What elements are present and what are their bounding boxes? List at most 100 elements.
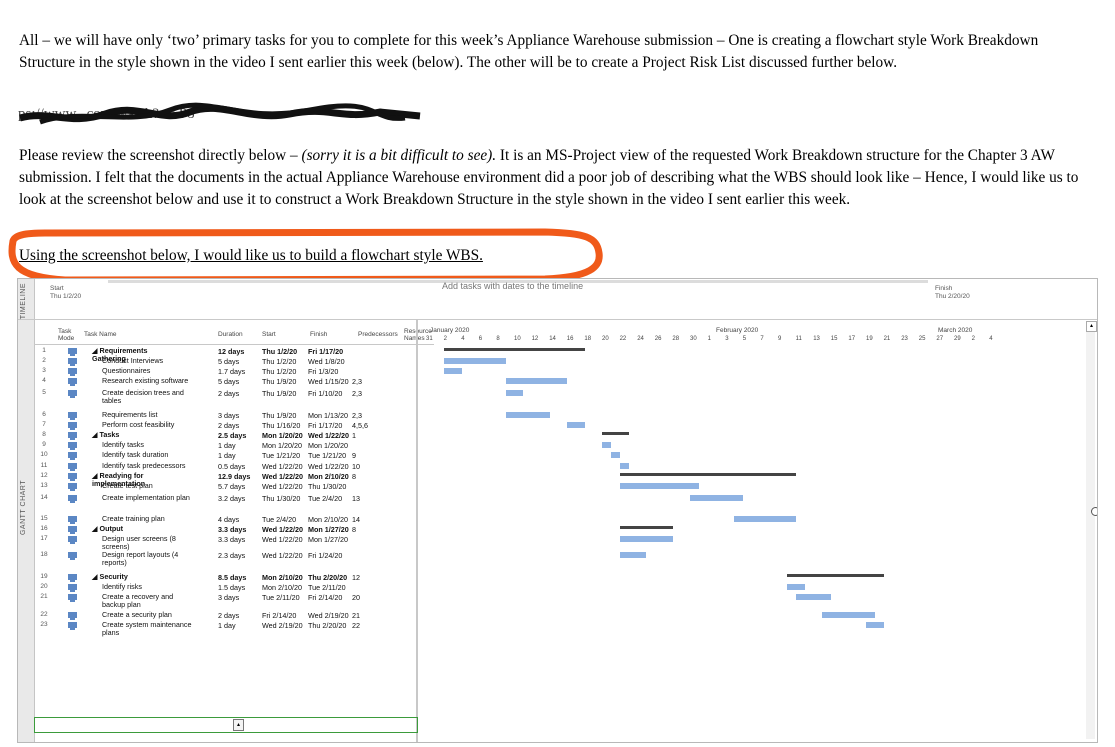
task-bar[interactable] [734,516,796,522]
task-mode-icon [68,463,77,471]
task-name: Identify task predecessors [102,461,186,470]
day-label: 13 [813,336,820,342]
day-label: 4 [461,336,465,342]
task-predecessors: 14 [352,515,360,524]
summary-bar[interactable] [444,348,585,351]
day-label: 5 [742,336,747,342]
day-label: 25 [918,336,926,342]
day-label: 8 [496,336,500,342]
task-mode-icon [68,483,77,491]
header-duration[interactable]: Duration [218,331,243,338]
day-label: 21 [883,336,891,342]
task-start: Tue 2/11/20 [262,593,300,602]
task-bar[interactable] [602,442,612,448]
task-bar[interactable] [505,378,568,384]
day-label: 28 [672,336,680,342]
task-bar[interactable] [866,622,884,628]
row-number: 17 [40,535,48,542]
task-mode-icon [68,574,77,582]
row-number: 12 [40,472,48,479]
gantt-chart-tab: GANTT CHART [18,320,35,742]
row-number: 16 [40,525,48,532]
summary-bar[interactable] [620,526,673,529]
task-duration: 2 days [218,421,240,430]
task-bar[interactable] [505,390,524,396]
task-bar[interactable] [505,412,550,418]
task-name: Identify risks [102,582,142,591]
task-mode-icon [68,368,77,376]
row-number: 8 [42,431,46,438]
vertical-scrollbar[interactable] [1086,321,1095,739]
review-text-italic: (sorry it is a bit difficult to see). [301,147,497,164]
task-duration: 2.5 days [218,431,247,440]
task-bar[interactable] [620,536,673,542]
scroll-up-button[interactable]: ▴ [1086,321,1097,332]
task-finish: Mon 1/20/20 [308,441,348,450]
task-bar[interactable] [444,368,462,374]
summary-bar[interactable] [787,574,884,577]
task-predecessors: 21 [352,611,360,620]
task-mode-icon [68,412,77,420]
task-finish: Thu 1/30/20 [308,482,347,491]
task-bar[interactable] [620,463,629,469]
task-predecessors: 13 [352,494,360,503]
task-duration: 4 days [218,515,240,524]
day-label: 24 [637,336,644,342]
gantt-chart: January 2020 February 2020 March 2020 31 2 4 6… [418,319,1097,742]
duration-spinner[interactable]: ▴ [233,719,244,731]
task-bar[interactable] [567,422,585,428]
intro-paragraph: All – we will have only ‘two’ primary ta… [19,32,1039,71]
day-label: 12 [531,336,539,342]
header-task-name[interactable]: Task Name [84,331,117,338]
task-start: Wed 2/19/20 [262,621,303,630]
task-bar[interactable] [822,612,876,618]
task-mode-icon [68,536,77,544]
task-bar[interactable] [620,552,647,558]
task-start: Wed 1/22/20 [262,535,303,544]
day-label: 23 [901,336,908,342]
task-start: Mon 2/10/20 [262,573,303,582]
task-bar[interactable] [787,584,805,590]
task-finish: Fri 1/3/20 [308,367,339,376]
task-duration: 1 day [218,621,236,630]
task-name: Create decision trees and tables [102,388,184,405]
task-bar[interactable] [796,594,832,600]
row-number: 11 [40,462,48,469]
day-label: 1 [707,336,711,342]
resize-handle[interactable] [1091,507,1097,516]
task-name: Create a security plan [102,610,172,619]
task-predecessors: 1 [352,431,356,440]
header-finish[interactable]: Finish [310,331,327,338]
task-start: Wed 1/22/20 [262,551,303,560]
ms-project-screenshot: Start Thu 1/2/20 Add tasks with dates to … [17,278,1098,743]
task-start: Wed 1/22/20 [262,482,303,491]
task-predecessors: 2,3 [352,411,362,420]
task-name: Identify tasks [102,440,144,449]
task-bar[interactable] [444,358,506,364]
task-name: Create training plan [102,514,165,523]
timeline-finish-label: Finish [935,285,953,292]
task-start: Thu 1/2/20 [262,357,297,366]
row-number: 1 [42,347,46,354]
task-predecessors: 22 [352,621,360,630]
new-task-row[interactable] [34,717,418,733]
day-label: 16 [566,336,574,342]
task-bar[interactable] [620,483,700,489]
summary-bar[interactable] [602,432,629,435]
summary-bar[interactable] [620,473,796,476]
timeline-message: Add tasks with dates to the timeline [442,281,584,291]
header-start[interactable]: Start [262,331,276,338]
task-duration: 2 days [218,389,240,398]
task-mode-icon [68,516,77,524]
timeline-tab-label: TIMELINE [20,283,27,320]
day-label: 18 [584,336,592,342]
day-label: 4 [989,336,993,342]
task-bar[interactable] [690,495,744,501]
header-predecessors[interactable]: Predecessors [358,331,398,338]
task-start: Fri 2/14/20 [262,611,297,620]
task-start: Wed 1/22/20 [262,472,304,481]
task-start: Thu 1/9/20 [262,411,297,420]
task-predecessors: 2,3 [352,389,362,398]
task-bar[interactable] [611,452,620,458]
task-start: Wed 1/22/20 [262,462,303,471]
